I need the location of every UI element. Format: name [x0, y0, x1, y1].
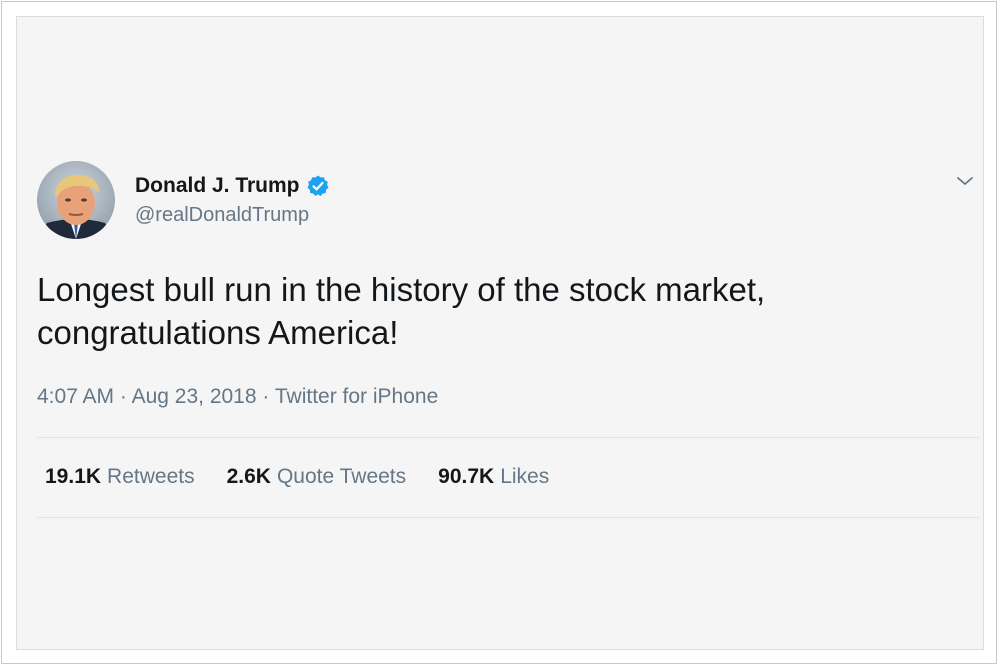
stat-quote-tweets[interactable]: 2.6K Quote Tweets	[227, 465, 407, 489]
tweet-date[interactable]: Aug 23, 2018	[132, 385, 257, 408]
tweet-meta: 4:07 AM · Aug 23, 2018 · Twitter for iPh…	[37, 385, 438, 409]
author-handle[interactable]: @realDonaldTrump	[135, 204, 309, 227]
tweet-text: Longest bull run in the history of the s…	[37, 271, 766, 351]
retweets-label: Retweets	[107, 465, 195, 488]
author-name[interactable]: Donald J. Trump	[135, 174, 300, 198]
stat-likes[interactable]: 90.7K Likes	[438, 465, 549, 489]
tweet-source[interactable]: Twitter for iPhone	[275, 385, 438, 408]
meta-separator: ·	[119, 385, 127, 408]
avatar[interactable]	[37, 161, 115, 239]
quote-tweets-label: Quote Tweets	[276, 465, 407, 488]
likes-label: Likes	[500, 465, 550, 488]
divider	[37, 517, 979, 518]
stat-retweets[interactable]: 19.1K Retweets	[45, 465, 195, 489]
author-name-row[interactable]: Donald J. Trump	[135, 172, 330, 200]
verified-badge-icon	[306, 174, 330, 198]
quote-tweets-count: 2.6K	[226, 465, 271, 488]
tweet-time[interactable]: 4:07 AM	[37, 385, 114, 408]
tweet-stats: 19.1K Retweets 2.6K Quote Tweets 90.7K L…	[45, 465, 549, 489]
chevron-down-icon[interactable]	[953, 170, 977, 192]
likes-count: 90.7K	[438, 465, 495, 488]
meta-separator: ·	[262, 385, 270, 408]
retweets-count: 19.1K	[45, 465, 102, 488]
avatar-image	[37, 161, 115, 239]
divider	[37, 437, 979, 438]
